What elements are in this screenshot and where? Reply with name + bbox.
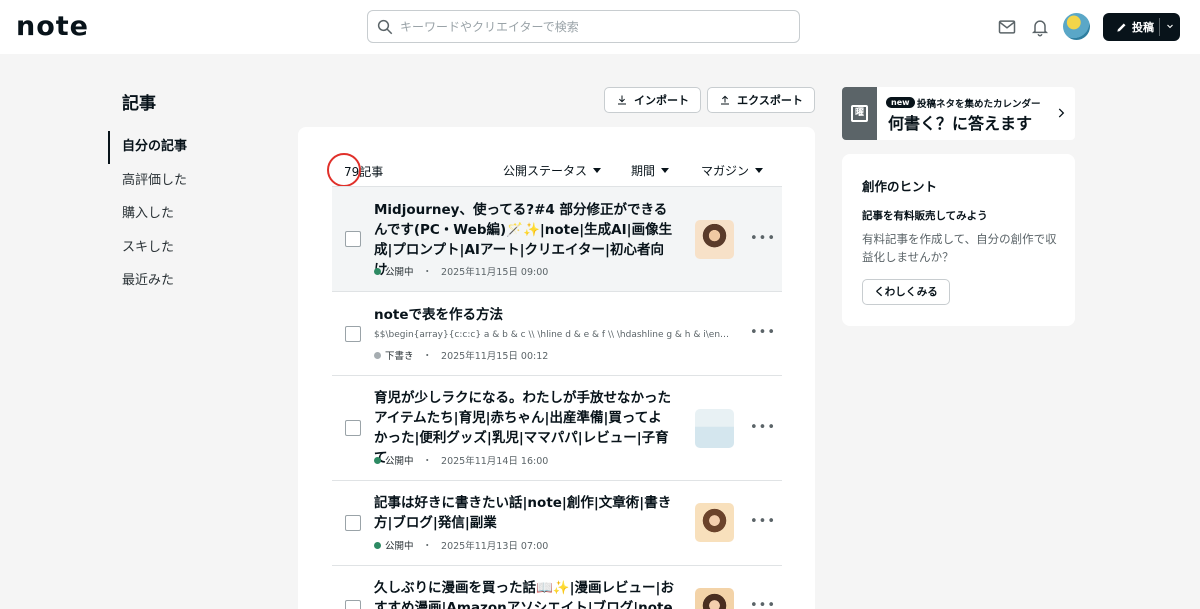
list-item[interactable]: noteで表を作る方法 $$\begin{array}{c:c:c} a & b… (332, 292, 782, 376)
select-checkbox[interactable] (345, 600, 361, 609)
search-input[interactable] (400, 17, 790, 37)
list-item[interactable]: 久しぶりに漫画を買った話📖✨|漫画レビュー|おすすめ漫画|Amazonアソシエイ… (332, 566, 782, 609)
import-label: インポート (634, 94, 689, 107)
caret-down-icon (661, 168, 670, 173)
nav-item-my-articles[interactable]: 自分の記事 (108, 130, 278, 164)
hint-title: 創作のヒント (862, 179, 938, 194)
status-dot (374, 456, 381, 464)
article-date: 2025年11月15日 00:12 (441, 351, 549, 362)
more-options-icon[interactable]: ••• (750, 231, 775, 246)
select-checkbox[interactable] (345, 326, 361, 342)
more-options-icon[interactable]: ••• (750, 420, 775, 435)
article-title[interactable]: 記事は好きに書きたい話|note|創作|文章術|書き方|ブログ|発信|副業 (374, 493, 674, 533)
select-checkbox[interactable] (345, 231, 361, 247)
bell-icon[interactable] (1030, 17, 1050, 37)
magazine-filter[interactable]: マガジン (701, 162, 764, 179)
page-title: 記事 (122, 94, 156, 114)
list-item[interactable]: 記事は好きに書きたい話|note|創作|文章術|書き方|ブログ|発信|副業 公開… (332, 481, 782, 566)
article-meta: 公開中 ・ 2025年11月13日 07:00 (374, 538, 548, 552)
hint-body: 有料記事を作成して、自分の創作で収益化しませんか？ (862, 232, 1057, 264)
upload-icon (721, 95, 730, 105)
article-status: 公開中 (385, 541, 414, 552)
nav-item-rated[interactable]: 高評価した (108, 164, 278, 198)
article-meta: 下書き ・ 2025年11月15日 00:12 (374, 348, 548, 362)
pen-icon (1117, 23, 1126, 32)
top-header: note 投稿 (0, 0, 1200, 54)
calendar-banner[interactable]: 曜 new 投稿ネタを集めたカレンダー 何書く？に答えます (842, 87, 1075, 140)
export-button[interactable]: エクスポート (707, 87, 815, 113)
search-icon (377, 19, 393, 35)
article-thumbnail[interactable] (695, 503, 734, 542)
article-thumbnail[interactable] (695, 409, 734, 448)
article-meta: 公開中 ・ 2025年11月14日 16:00 (374, 453, 548, 467)
nav-item-liked[interactable]: スキした (108, 231, 278, 265)
hint-subtitle: 記事を有料販売してみよう (862, 210, 988, 222)
note-logo[interactable]: note (16, 13, 89, 41)
status-filter-label: 公開ステータス (503, 164, 588, 178)
article-excerpt: $$\begin{array}{c:c:c} a & b & c \\ \hli… (374, 330, 734, 340)
article-status: 下書き (385, 351, 414, 362)
article-thumbnail[interactable] (695, 588, 734, 609)
article-meta: 公開中 ・ 2025年11月15日 09:00 (374, 264, 548, 278)
caret-down-icon (593, 168, 602, 173)
select-checkbox[interactable] (345, 515, 361, 531)
download-icon (618, 95, 626, 105)
status-dot (374, 541, 381, 549)
post-button[interactable]: 投稿 (1103, 13, 1180, 41)
chevron-down-icon[interactable] (1164, 19, 1176, 33)
meta-separator: ・ (422, 267, 433, 278)
article-count-suffix: 記事 (359, 165, 384, 179)
more-options-icon[interactable]: ••• (750, 325, 775, 340)
article-date: 2025年11月14日 16:00 (441, 456, 549, 467)
new-badge: new (886, 97, 915, 108)
article-date: 2025年11月15日 09:00 (441, 267, 549, 278)
banner-subtitle: 投稿ネタを集めたカレンダー (917, 99, 1041, 110)
user-avatar[interactable] (1063, 13, 1090, 40)
calendar-icon: 曜 (851, 105, 868, 122)
banner-title: 何書く？に答えます (888, 114, 1033, 133)
chevron-right-icon (1058, 108, 1065, 118)
status-dot (374, 267, 381, 275)
status-dot (374, 351, 381, 359)
calendar-panel: 曜 (842, 87, 877, 140)
article-status: 公開中 (385, 267, 414, 278)
article-thumbnail[interactable] (695, 220, 734, 259)
meta-separator: ・ (422, 541, 433, 552)
meta-separator: ・ (422, 456, 433, 467)
import-button[interactable]: インポート (604, 87, 701, 113)
magazine-filter-label: マガジン (701, 164, 750, 178)
select-checkbox[interactable] (345, 420, 361, 436)
export-label: エクスポート (737, 94, 803, 107)
caret-down-icon (755, 168, 764, 173)
list-item[interactable]: 育児が少しラクになる。わたしが手放せなかったアイテムたち|育児|赤ちゃん|出産準… (332, 376, 782, 481)
article-title[interactable]: noteで表を作る方法 (374, 305, 674, 325)
count-highlight-circle (327, 153, 361, 187)
creation-hint-card: 創作のヒント 記事を有料販売してみよう 有料記事を作成して、自分の創作で収益化し… (842, 154, 1075, 326)
nav-item-recent[interactable]: 最近みた (108, 264, 278, 298)
search-box[interactable] (367, 10, 800, 43)
meta-separator: ・ (422, 351, 433, 362)
sidebar-nav: 自分の記事 高評価した 購入した スキした 最近みた (108, 130, 278, 298)
post-button-divider (1159, 18, 1160, 36)
article-date: 2025年11月13日 07:00 (441, 541, 549, 552)
more-options-icon[interactable]: ••• (750, 598, 775, 609)
status-filter[interactable]: 公開ステータス (503, 162, 602, 179)
article-title[interactable]: 久しぶりに漫画を買った話📖✨|漫画レビュー|おすすめ漫画|Amazonアソシエイ… (374, 578, 674, 609)
period-filter[interactable]: 期間 (631, 162, 670, 179)
learn-more-button[interactable]: くわしくみる (862, 279, 950, 305)
article-status: 公開中 (385, 456, 414, 467)
list-item[interactable]: Midjourney、使ってる?#4 部分修正ができるんです(PC・Web編)🪄… (332, 187, 782, 292)
mail-icon[interactable] (997, 17, 1017, 37)
period-filter-label: 期間 (631, 164, 656, 178)
post-button-label: 投稿 (1132, 21, 1154, 34)
more-options-icon[interactable]: ••• (750, 514, 775, 529)
nav-item-purchased[interactable]: 購入した (108, 197, 278, 231)
